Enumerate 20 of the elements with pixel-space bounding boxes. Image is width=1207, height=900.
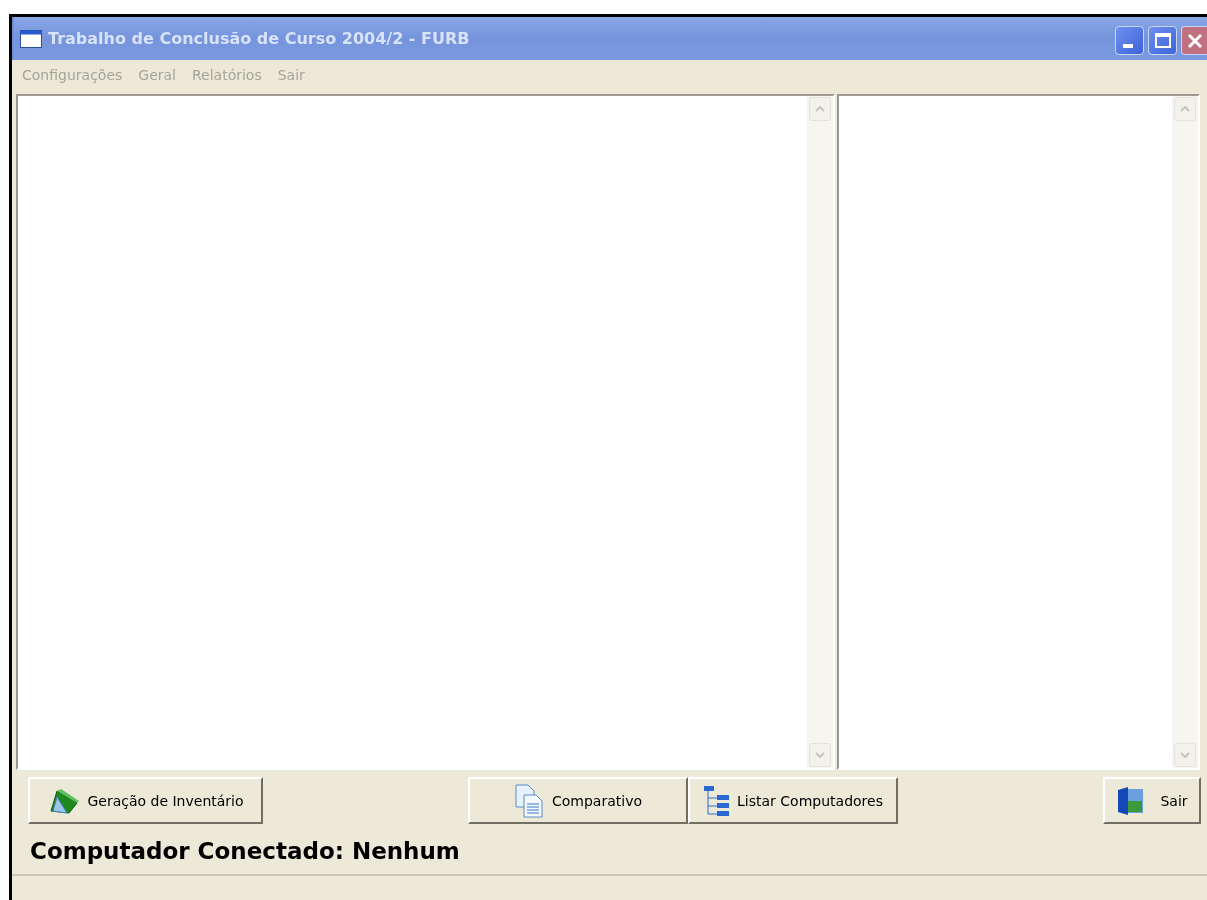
maximize-button[interactable] xyxy=(1148,26,1177,55)
scrollbar[interactable] xyxy=(807,96,833,768)
window-title: Trabalho de Conclusão de Curso 2004/2 - FURB xyxy=(48,29,470,48)
chevron-down-icon[interactable] xyxy=(1180,752,1190,758)
inventory-button[interactable]: Geração de Inventário xyxy=(28,777,263,824)
connected-computer-label: Computador Conectado: Nenhum xyxy=(30,838,461,864)
window-icon xyxy=(20,29,42,48)
chevron-up-icon[interactable] xyxy=(1180,106,1190,112)
minimize-button[interactable] xyxy=(1115,26,1144,55)
tree-icon xyxy=(703,784,732,817)
scrollbar[interactable] xyxy=(1172,96,1198,768)
door-icon xyxy=(1116,785,1145,816)
exit-button[interactable]: Sair xyxy=(1103,777,1201,824)
documents-icon xyxy=(514,782,546,819)
chevron-down-icon[interactable] xyxy=(815,752,825,758)
close-button[interactable] xyxy=(1181,26,1207,55)
notebook-icon xyxy=(47,786,82,815)
compare-button[interactable]: Comparativo xyxy=(468,777,688,824)
chevron-up-icon[interactable] xyxy=(815,106,825,112)
list-computers-button[interactable]: Listar Computadores xyxy=(688,777,898,824)
